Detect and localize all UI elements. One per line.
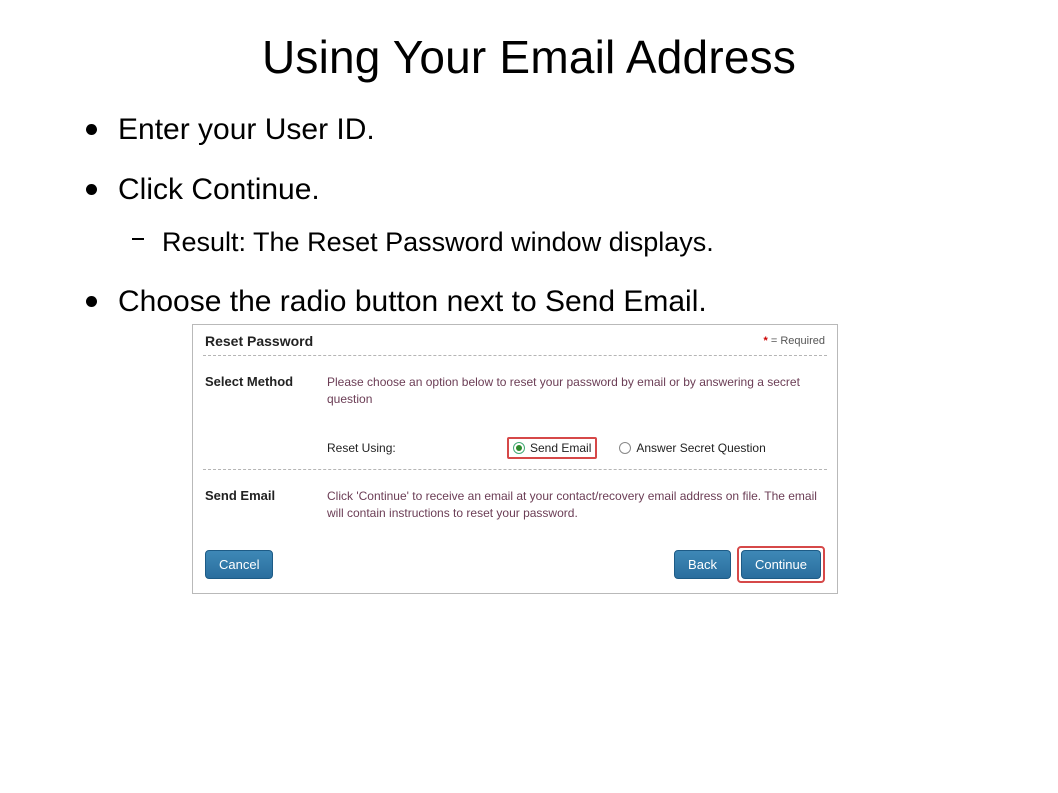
- bullet-choose-radio: Choose the radio button next to Send Ema…: [118, 284, 988, 320]
- bullet-click-continue: Click Continue. Result: The Reset Passwo…: [118, 172, 988, 260]
- highlight-send-email: Send Email: [507, 437, 597, 459]
- radio-send-email[interactable]: Send Email: [513, 441, 591, 455]
- radio-off-icon: [619, 442, 631, 454]
- radio-secret-question-label: Answer Secret Question: [636, 441, 765, 455]
- cancel-button[interactable]: Cancel: [205, 550, 273, 579]
- select-method-section: Select Method Please choose an option be…: [203, 356, 827, 470]
- bullet-click-continue-text: Click Continue.: [118, 173, 320, 206]
- slide: Using Your Email Address Enter your User…: [0, 0, 1058, 793]
- required-text: = Required: [768, 335, 825, 347]
- radio-send-email-label: Send Email: [530, 441, 591, 455]
- send-email-instructions: Click 'Continue' to receive an email at …: [327, 488, 825, 523]
- radio-secret-question[interactable]: Answer Secret Question: [619, 441, 765, 455]
- bullet-enter-user-id: Enter your User ID.: [118, 112, 988, 148]
- send-email-section: Send Email Click 'Continue' to receive a…: [203, 470, 827, 527]
- reset-using-label: Reset Using:: [327, 441, 507, 455]
- sub-bullet-result: Result: The Reset Password window displa…: [160, 226, 988, 260]
- send-email-label: Send Email: [205, 488, 327, 523]
- select-method-instructions: Please choose an option below to reset y…: [327, 374, 825, 409]
- reset-using-row: Reset Using: Send Email Answer Secret: [327, 437, 825, 459]
- bullet-list: Enter your User ID. Click Continue. Resu…: [84, 112, 988, 320]
- slide-title: Using Your Email Address: [70, 30, 988, 84]
- panel-header: Reset Password * = Required: [203, 333, 827, 356]
- panel-title: Reset Password: [205, 333, 313, 349]
- sub-bullet-list: Result: The Reset Password window displa…: [160, 226, 988, 260]
- select-method-label: Select Method: [205, 374, 327, 459]
- button-row: Cancel Back Continue: [203, 546, 827, 583]
- back-button[interactable]: Back: [674, 550, 731, 579]
- highlight-continue: Continue: [737, 546, 825, 583]
- radio-on-icon: [513, 442, 525, 454]
- reset-password-panel: Reset Password * = Required Select Metho…: [192, 324, 838, 595]
- required-legend: * = Required: [764, 335, 825, 347]
- continue-button[interactable]: Continue: [741, 550, 821, 579]
- screenshot-overlay-wrapper: Reset Password * = Required Select Metho…: [70, 324, 988, 595]
